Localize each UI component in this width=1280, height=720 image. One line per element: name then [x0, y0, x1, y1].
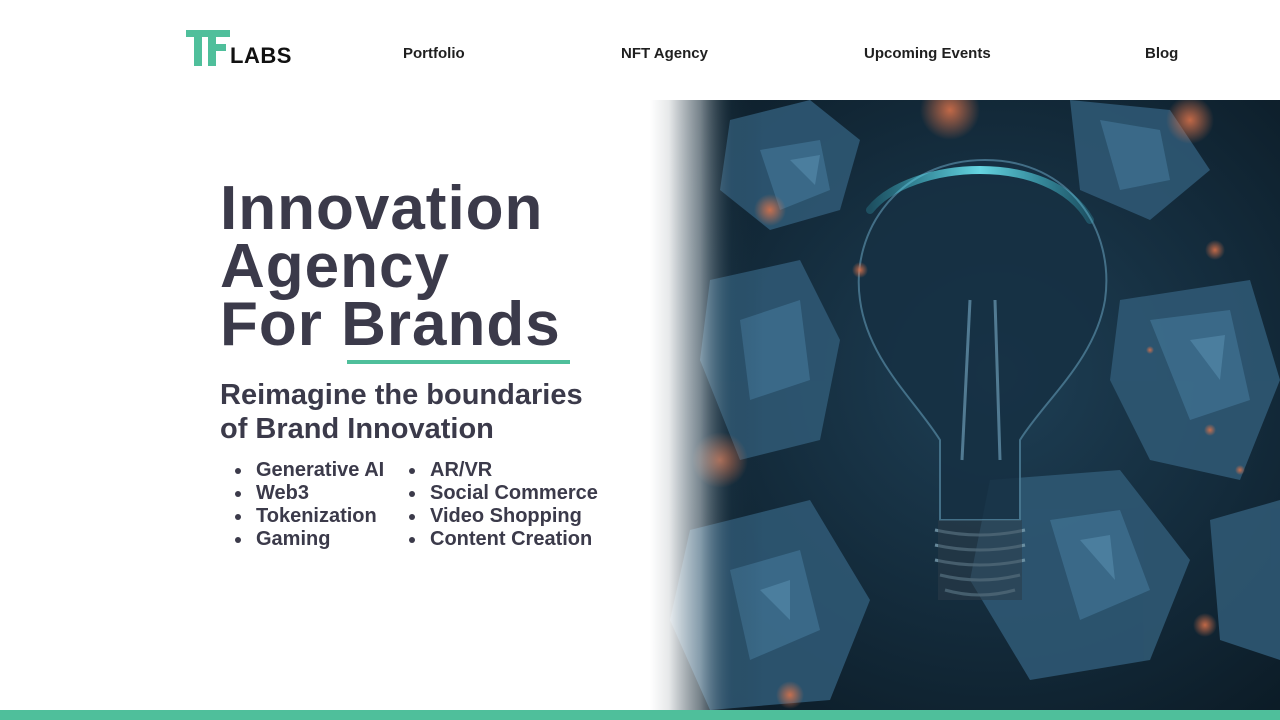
hero-subheadline: Reimagine the boundaries of Brand Innova…: [220, 378, 583, 446]
site-header: LABS Portfolio NFT Agency Upcoming Event…: [0, 0, 1280, 100]
subheadline-line-2: of Brand Innovation: [220, 413, 494, 445]
headline-underline: [347, 360, 570, 364]
subheadline-line-1: Reimagine the boundaries: [220, 379, 583, 411]
list-item: Web3: [220, 482, 384, 505]
list-item: Tokenization: [220, 505, 384, 528]
headline-line-2: Agency: [220, 232, 450, 301]
tf-logo-icon: [186, 30, 230, 66]
lightbulb-crumpled-paper-image: [650, 100, 1280, 710]
list-item: Content Creation: [394, 528, 598, 551]
list-item: AR/VR: [394, 459, 598, 482]
list-item: Gaming: [220, 528, 384, 551]
list-item: Generative AI: [220, 459, 384, 482]
nav-portfolio[interactable]: Portfolio: [403, 44, 465, 64]
nav-nft-agency[interactable]: NFT Agency: [621, 44, 708, 64]
headline-line-3: For Brands: [220, 290, 561, 359]
nav-blog[interactable]: Blog: [1145, 44, 1178, 64]
services-list-left: Generative AI Web3 Tokenization Gaming: [220, 459, 384, 551]
footer-accent-bar: [0, 710, 1280, 720]
hero-headline: Innovation Agency For Brands: [220, 174, 561, 359]
list-item: Video Shopping: [394, 505, 598, 528]
services-list-right: AR/VR Social Commerce Video Shopping Con…: [394, 459, 598, 551]
logo-text: LABS: [230, 43, 292, 68]
list-item: Social Commerce: [394, 482, 598, 505]
hero-image: [650, 100, 1280, 710]
headline-line-1: Innovation: [220, 174, 544, 243]
logo[interactable]: LABS: [186, 30, 291, 68]
nav-upcoming-events[interactable]: Upcoming Events: [864, 44, 991, 64]
